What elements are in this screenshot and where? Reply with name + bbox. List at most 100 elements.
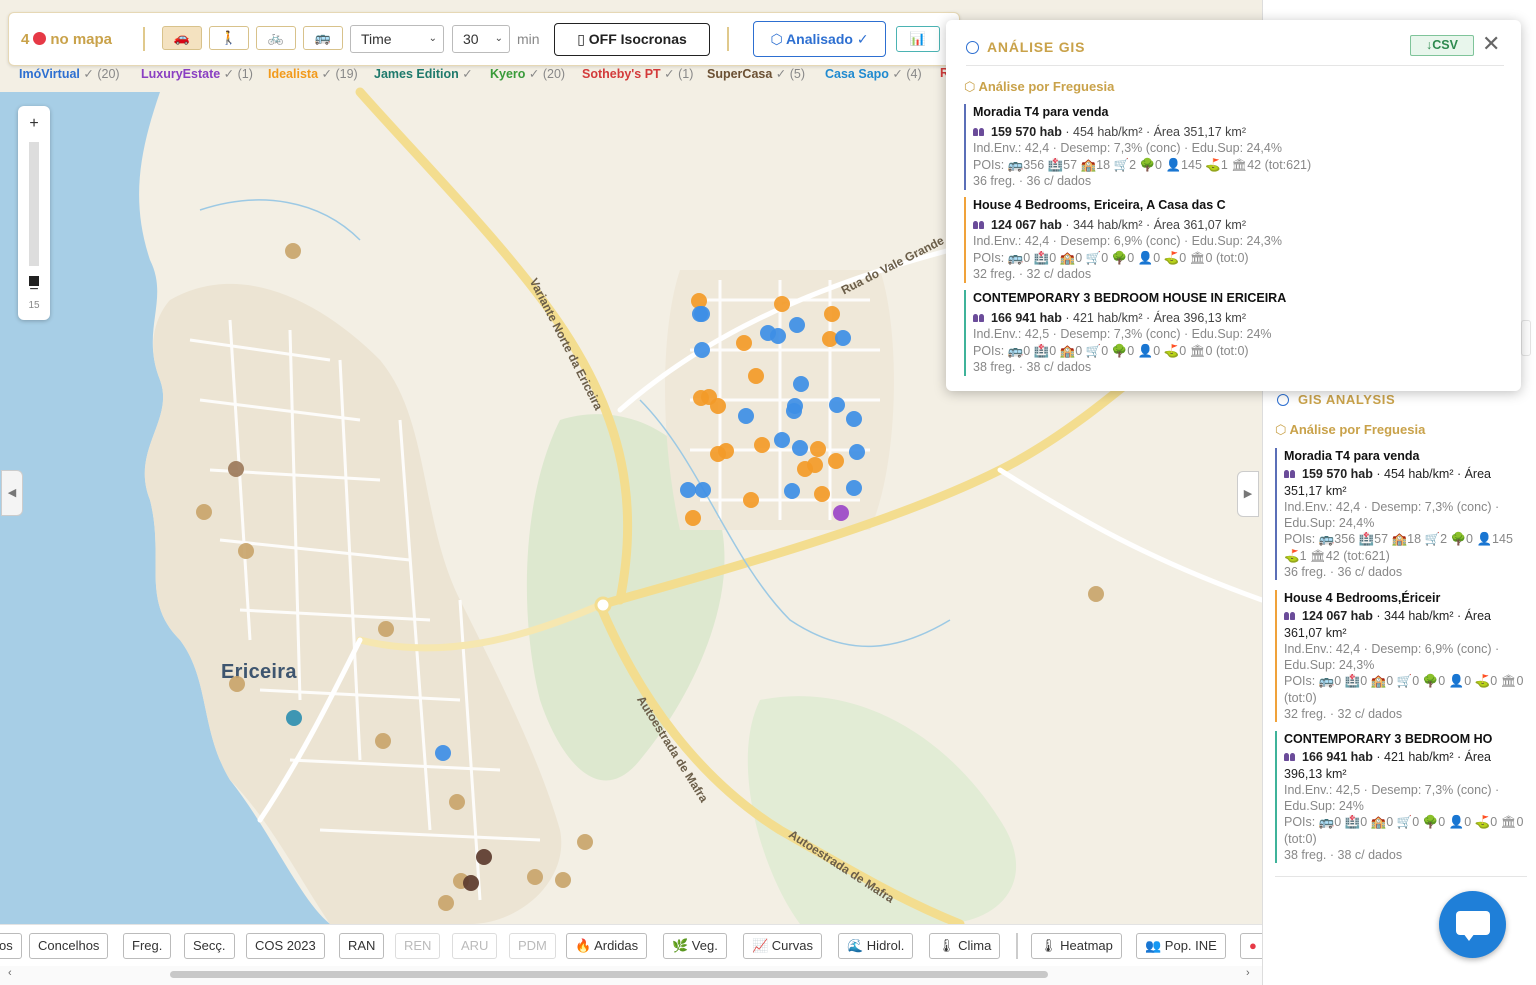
layer-ardidas-button[interactable]: 🔥 Ardidas [566, 933, 648, 959]
chat-button[interactable] [1439, 891, 1506, 958]
listing-marker[interactable] [789, 317, 805, 333]
zoom-in-button[interactable]: + [18, 106, 50, 142]
layer-button-partial[interactable]: os [0, 933, 22, 959]
bike-mode-button[interactable]: 🚲 [256, 26, 296, 50]
source-james-edition[interactable]: James Edition ✓ [374, 66, 473, 81]
minutes-select[interactable]: 30 ⌄ [452, 25, 510, 53]
layer-concelhos-button[interactable]: Concelhos [29, 933, 109, 959]
isochrone-toggle-button[interactable]: ▯ OFF Isocronas [554, 23, 710, 56]
walk-mode-button[interactable]: 🚶 [209, 26, 249, 50]
listing-marker[interactable] [685, 510, 701, 526]
listing-marker[interactable] [846, 411, 862, 427]
close-icon[interactable]: ✕ [1482, 31, 1500, 57]
listing-marker[interactable] [196, 504, 212, 520]
listing-marker[interactable] [797, 461, 813, 477]
listing-marker[interactable] [238, 543, 254, 559]
listing-marker[interactable] [829, 397, 845, 413]
analyzed-button[interactable]: ⬡ Analisado ✓ [753, 21, 886, 57]
layer-pop-ine-button[interactable]: 👥 Pop. INE [1136, 933, 1226, 959]
layer-aru-button[interactable]: ARU [452, 933, 498, 959]
listing-marker[interactable] [286, 710, 302, 726]
source-supercasa[interactable]: SuperCasa ✓ (5) [707, 66, 805, 81]
layer-clima-button[interactable]: 🌡 Clima [929, 933, 1001, 959]
source-kyero[interactable]: Kyero ✓ (20) [490, 66, 565, 81]
layer-curvas-button[interactable]: 📈 Curvas [743, 933, 822, 959]
listing-marker[interactable] [770, 328, 786, 344]
listing-marker[interactable] [438, 895, 454, 911]
source-imovirtual[interactable]: ImóVirtual ✓ (20) [19, 66, 120, 81]
listing-marker[interactable] [774, 432, 790, 448]
popup-card-population: 159 570 hab [991, 124, 1062, 139]
listing-marker[interactable] [784, 483, 800, 499]
zoom-slider-track[interactable] [29, 142, 39, 266]
listing-marker[interactable] [835, 330, 851, 346]
listing-marker[interactable] [738, 408, 754, 424]
source-idealista[interactable]: Idealista ✓ (19) [268, 66, 358, 81]
collapse-right-toggle[interactable]: ▶ [1237, 471, 1259, 517]
listing-marker[interactable] [824, 306, 840, 322]
listing-marker[interactable] [435, 745, 451, 761]
listing-marker[interactable] [774, 296, 790, 312]
listing-marker[interactable] [1088, 586, 1104, 602]
listing-marker[interactable] [527, 869, 543, 885]
scroll-left-icon[interactable]: ‹ [8, 967, 12, 979]
bus-mode-button[interactable]: 🚌 [303, 26, 343, 50]
listing-marker[interactable] [555, 872, 571, 888]
side-card-indicators: Ind.Env.: 42,4 · Desemp: 7,3% (conc) · E… [1284, 499, 1500, 531]
layer-hidrologia-button[interactable]: 🌊 Hidrol. [838, 933, 914, 959]
listing-marker[interactable] [736, 335, 752, 351]
listing-marker[interactable] [748, 368, 764, 384]
source-luxuryestate[interactable]: LuxuryEstate ✓ (1) [141, 66, 253, 81]
listing-marker[interactable] [814, 486, 830, 502]
listing-marker[interactable] [754, 437, 770, 453]
listing-marker[interactable] [228, 461, 244, 477]
listing-marker[interactable] [810, 441, 826, 457]
listing-marker[interactable] [692, 306, 708, 322]
listing-marker[interactable] [476, 849, 492, 865]
listing-marker[interactable] [680, 482, 696, 498]
listing-marker[interactable] [793, 376, 809, 392]
layer-pdm-button[interactable]: PDM [509, 933, 556, 959]
layer-heatmap-button[interactable]: 🌡 Heatmap [1031, 933, 1122, 959]
source-sothebys[interactable]: Sotheby's PT ✓ (1) [582, 66, 693, 81]
listing-marker[interactable] [743, 492, 759, 508]
horizontal-scrollbar[interactable]: ‹ › [0, 966, 1262, 985]
side-card-population: 159 570 hab [1302, 467, 1373, 482]
listing-marker[interactable] [229, 676, 245, 692]
layer-vegetacao-button[interactable]: 🌿 Veg. [663, 933, 727, 959]
car-mode-button[interactable]: 🚗 [162, 26, 202, 50]
popup-card-title: CONTEMPORARY 3 BEDROOM HOUSE IN ERICEIRA [973, 291, 1287, 305]
side-panel-scroll-hint [1521, 320, 1531, 356]
layer-ran-button[interactable]: RAN [339, 933, 385, 959]
listing-marker[interactable] [463, 875, 479, 891]
listing-marker[interactable] [375, 733, 391, 749]
listing-marker[interactable] [833, 505, 849, 521]
layer-seccoes-button[interactable]: Secç. [184, 933, 235, 959]
layer-freguesias-button[interactable]: Freg. [123, 933, 172, 959]
collapse-left-toggle[interactable]: ◀ [1, 470, 23, 516]
listing-marker[interactable] [846, 480, 862, 496]
layer-cos-button[interactable]: COS 2023 [246, 933, 325, 959]
source-casa-sapo[interactable]: Casa Sapo ✓ (4) [825, 66, 922, 81]
chart-icon-button[interactable]: 📊 [896, 26, 940, 52]
listing-marker[interactable] [285, 243, 301, 259]
listing-count: 4 no mapa [21, 31, 112, 48]
listing-marker[interactable] [849, 444, 865, 460]
listing-marker[interactable] [378, 621, 394, 637]
chat-bubble-tail [1463, 933, 1475, 941]
listing-marker[interactable] [792, 440, 808, 456]
layer-ren-button[interactable]: REN [395, 933, 441, 959]
metric-select[interactable]: Time ⌄ [350, 25, 444, 53]
scrollbar-thumb[interactable] [170, 971, 1048, 978]
listing-marker[interactable] [786, 403, 802, 419]
listing-marker[interactable] [710, 398, 726, 414]
listing-marker[interactable] [694, 342, 710, 358]
csv-export-button[interactable]: ↓CSV [1410, 35, 1474, 56]
listing-marker[interactable] [577, 834, 593, 850]
listing-marker[interactable] [449, 794, 465, 810]
listing-marker[interactable] [695, 482, 711, 498]
listing-marker[interactable] [828, 453, 844, 469]
people-icon [973, 127, 985, 137]
listing-marker[interactable] [710, 446, 726, 462]
scroll-right-icon[interactable]: › [1246, 967, 1250, 979]
